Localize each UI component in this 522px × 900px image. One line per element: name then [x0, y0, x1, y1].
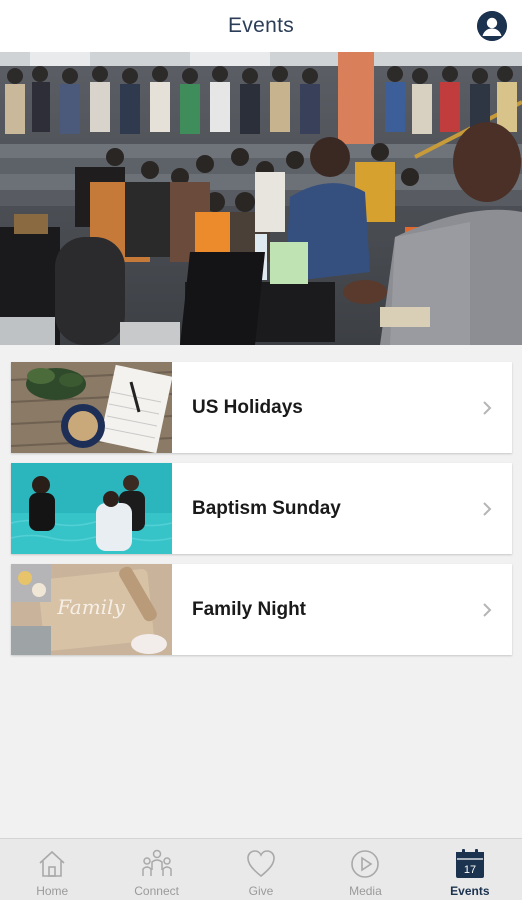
- tab-home[interactable]: Home: [0, 839, 104, 900]
- event-card-baptism-sunday[interactable]: Baptism Sunday: [11, 463, 512, 554]
- tab-label: Media: [349, 884, 382, 898]
- event-title: Baptism Sunday: [192, 497, 341, 519]
- event-card-us-holidays[interactable]: US Holidays: [11, 362, 512, 453]
- user-icon: [477, 11, 507, 41]
- event-thumbnail: Family: [11, 564, 172, 655]
- profile-button[interactable]: [477, 11, 507, 41]
- tab-label: Events: [450, 884, 490, 898]
- chevron-right-icon: [483, 501, 492, 516]
- tab-label: Home: [36, 884, 69, 898]
- tab-label: Give: [248, 884, 274, 898]
- chevron-right-icon: [483, 602, 492, 617]
- tab-give[interactable]: Give: [209, 839, 313, 900]
- heart-icon: [244, 847, 278, 881]
- events-list: US Holidays Baptism Sunday Family Family…: [11, 362, 512, 665]
- chevron-right-icon: [483, 400, 492, 415]
- event-thumbnail: [11, 463, 172, 554]
- home-icon: [35, 847, 69, 881]
- calendar-icon: 17: [453, 847, 487, 881]
- people-icon: [140, 847, 174, 881]
- tab-bar: Home Connect Give Media 17 Events: [0, 838, 522, 900]
- svg-text:17: 17: [464, 864, 476, 876]
- page-title: Events: [228, 14, 294, 37]
- svg-text:Family: Family: [56, 595, 125, 619]
- tab-connect[interactable]: Connect: [104, 839, 208, 900]
- tab-media[interactable]: Media: [313, 839, 417, 900]
- event-card-family-night[interactable]: Family Family Night: [11, 564, 512, 655]
- event-thumbnail: [11, 362, 172, 453]
- event-title: US Holidays: [192, 396, 303, 418]
- tab-events[interactable]: 17 Events: [418, 839, 522, 900]
- play-icon: [348, 847, 382, 881]
- event-title: Family Night: [192, 598, 307, 620]
- app-header: Events: [0, 0, 522, 52]
- tab-label: Connect: [134, 884, 179, 898]
- hero-image: [0, 52, 522, 345]
